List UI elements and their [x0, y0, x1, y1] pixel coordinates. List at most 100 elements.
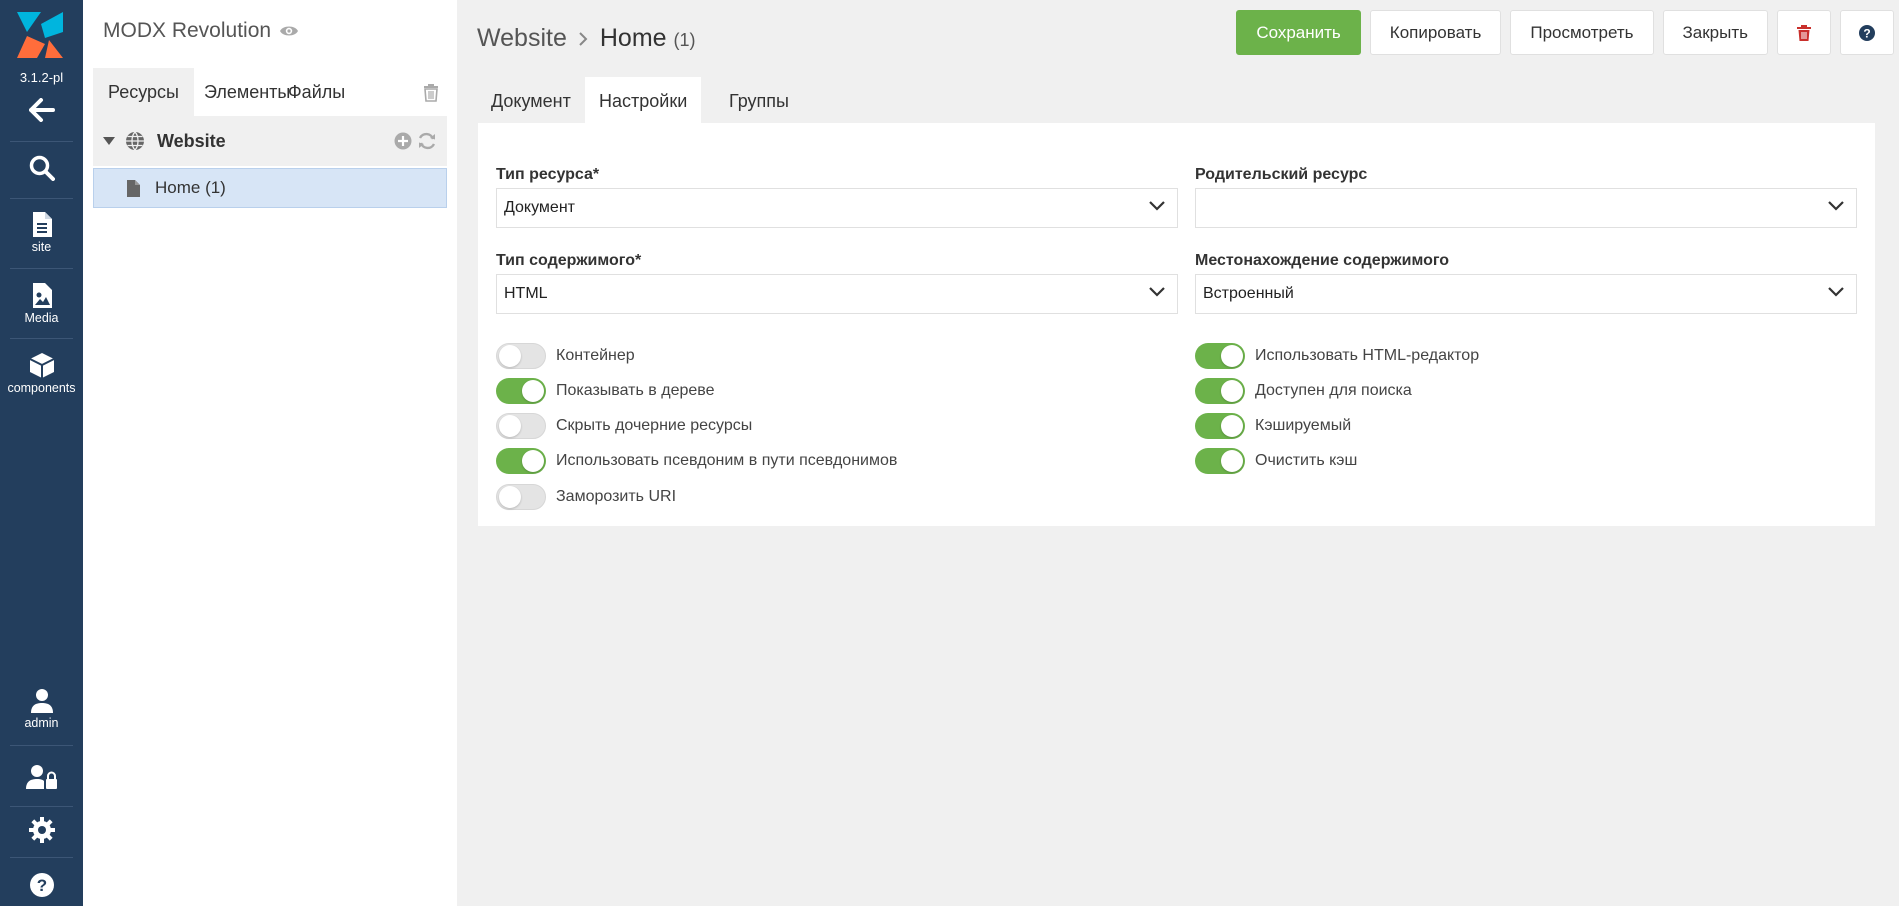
trash-icon[interactable] — [423, 84, 439, 102]
modx-logo[interactable] — [15, 10, 65, 60]
file-icon — [127, 179, 140, 197]
search-button[interactable] — [0, 155, 83, 181]
rail-divider — [10, 745, 73, 746]
tree-node-label: Website — [157, 130, 226, 151]
arrow-left-icon — [28, 98, 55, 122]
copy-button[interactable]: Копировать — [1369, 10, 1502, 55]
main-nav-rail: 3.1.2-pl site Media components admin ? — [0, 0, 83, 906]
toggle-hide-children[interactable]: Скрыть дочерние ресурсы — [496, 413, 752, 439]
toggle-switch[interactable] — [1195, 413, 1245, 439]
access-button[interactable] — [0, 764, 83, 790]
tab-files[interactable]: Файлы — [273, 68, 360, 116]
toggle-freeze-uri[interactable]: Заморозить URI — [496, 484, 676, 510]
version-label: 3.1.2-pl — [19, 70, 64, 85]
rail-item-media[interactable]: Media — [0, 282, 83, 325]
toggle-label: Показывать в дереве — [556, 382, 715, 399]
field-label: Тип ресурса* — [496, 166, 600, 183]
site-name: MODX Revolution — [103, 19, 272, 42]
resource-tree: Website Home (1) — [93, 116, 447, 906]
back-button[interactable] — [0, 98, 83, 122]
svg-text:?: ? — [1863, 26, 1870, 40]
toggle-switch[interactable] — [1195, 448, 1245, 474]
page-title-text: Home — [599, 24, 667, 52]
eye-icon[interactable] — [279, 24, 299, 38]
tab-document[interactable]: Документ — [477, 77, 585, 123]
tree-node-label: Home (1) — [155, 178, 226, 197]
toggle-label: Контейнер — [556, 347, 635, 364]
rail-item-components[interactable]: components — [0, 352, 83, 395]
toggle-label: Использовать псевдоним в пути псевдонимо… — [556, 452, 898, 469]
toggle-container[interactable]: Контейнер — [496, 343, 635, 369]
page-id: (1) — [673, 30, 696, 50]
search-icon — [29, 155, 55, 181]
help-icon: ? — [29, 873, 54, 897]
tree-node-website[interactable]: Website — [93, 116, 447, 166]
rail-item-user[interactable]: admin — [0, 688, 83, 730]
select-value: HTML — [504, 285, 548, 302]
content-disposition-select[interactable]: Встроенный — [1195, 274, 1857, 314]
site-title[interactable]: MODX Revolution — [103, 19, 299, 43]
rail-divider — [10, 198, 73, 199]
add-circle-icon[interactable] — [394, 132, 412, 150]
rail-item-site[interactable]: site — [0, 211, 83, 254]
toggle-switch[interactable] — [496, 343, 546, 369]
cube-icon — [29, 353, 54, 378]
toggle-switch[interactable] — [496, 413, 546, 439]
toggle-rich-text[interactable]: Использовать HTML-редактор — [1195, 343, 1479, 369]
content-disposition-field: Местонахождение содержимого Встроенный — [1195, 252, 1857, 314]
toggle-label: Доступен для поиска — [1255, 382, 1412, 399]
user-icon — [30, 689, 53, 713]
toggle-label: Заморозить URI — [556, 488, 677, 505]
resource-type-select[interactable]: Документ — [496, 188, 1178, 228]
select-value: Документ — [504, 199, 575, 216]
refresh-icon[interactable] — [417, 132, 437, 150]
breadcrumb: Website Home (1) — [477, 24, 696, 53]
tree-node-home[interactable]: Home (1) — [93, 168, 447, 208]
tab-settings[interactable]: Настройки — [585, 77, 702, 123]
caret-down-icon[interactable] — [103, 137, 115, 145]
svg-text:?: ? — [36, 876, 46, 895]
rail-divider — [10, 806, 73, 807]
toggle-cacheable[interactable]: Кэшируемый — [1195, 413, 1351, 439]
toggle-switch[interactable] — [496, 448, 546, 474]
toggle-switch[interactable] — [1195, 343, 1245, 369]
help-icon: ? — [1859, 24, 1875, 41]
close-button[interactable]: Закрыть — [1662, 10, 1768, 55]
help-button[interactable]: ? — [0, 872, 83, 898]
help-button[interactable]: ? — [1840, 10, 1894, 55]
chevron-down-icon — [1828, 287, 1844, 297]
tab-resource-groups[interactable]: Группы ресурсов — [715, 77, 820, 159]
settings-button[interactable] — [0, 817, 83, 843]
rail-item-label: Media — [24, 311, 59, 325]
rail-divider — [10, 338, 73, 339]
toggle-show-in-tree[interactable]: Показывать в дереве — [496, 378, 714, 404]
select-value: Встроенный — [1203, 285, 1294, 302]
gear-icon — [28, 817, 55, 843]
resource-tree-panel: MODX Revolution Ресурсы Элементы Файлы W… — [83, 0, 457, 906]
toggle-label: Кэшируемый — [1255, 417, 1352, 434]
settings-panel: Тип ресурса* Документ Родительский ресур… — [478, 123, 1875, 526]
page-title: Home (1) — [600, 24, 696, 53]
save-button[interactable]: Сохранить — [1236, 10, 1361, 55]
toggle-switch[interactable] — [496, 484, 546, 510]
action-toolbar: Сохранить Копировать Просмотреть Закрыть… — [1236, 10, 1894, 55]
media-icon — [32, 283, 52, 308]
delete-button[interactable] — [1777, 10, 1831, 55]
breadcrumb-parent[interactable]: Website — [477, 24, 567, 53]
toggle-searchable[interactable]: Доступен для поиска — [1195, 378, 1412, 404]
chevron-down-icon — [1828, 201, 1844, 211]
toggle-alias-path[interactable]: Использовать псевдоним в пути псевдонимо… — [496, 448, 897, 474]
toggle-switch[interactable] — [496, 378, 546, 404]
chevron-right-icon — [579, 32, 588, 46]
content-type-select[interactable]: HTML — [496, 274, 1178, 314]
field-label: Родительский ресурс — [1195, 166, 1368, 183]
tab-resources[interactable]: Ресурсы — [93, 68, 194, 116]
parent-resource-field: Родительский ресурс — [1195, 166, 1857, 228]
globe-icon — [126, 131, 144, 151]
view-button[interactable]: Просмотреть — [1510, 10, 1654, 55]
field-label: Местонахождение содержимого — [1195, 252, 1450, 269]
toggle-label: Очистить кэш — [1255, 452, 1358, 469]
toggle-switch[interactable] — [1195, 378, 1245, 404]
parent-resource-select[interactable] — [1195, 188, 1857, 228]
toggle-clear-cache[interactable]: Очистить кэш — [1195, 448, 1357, 474]
